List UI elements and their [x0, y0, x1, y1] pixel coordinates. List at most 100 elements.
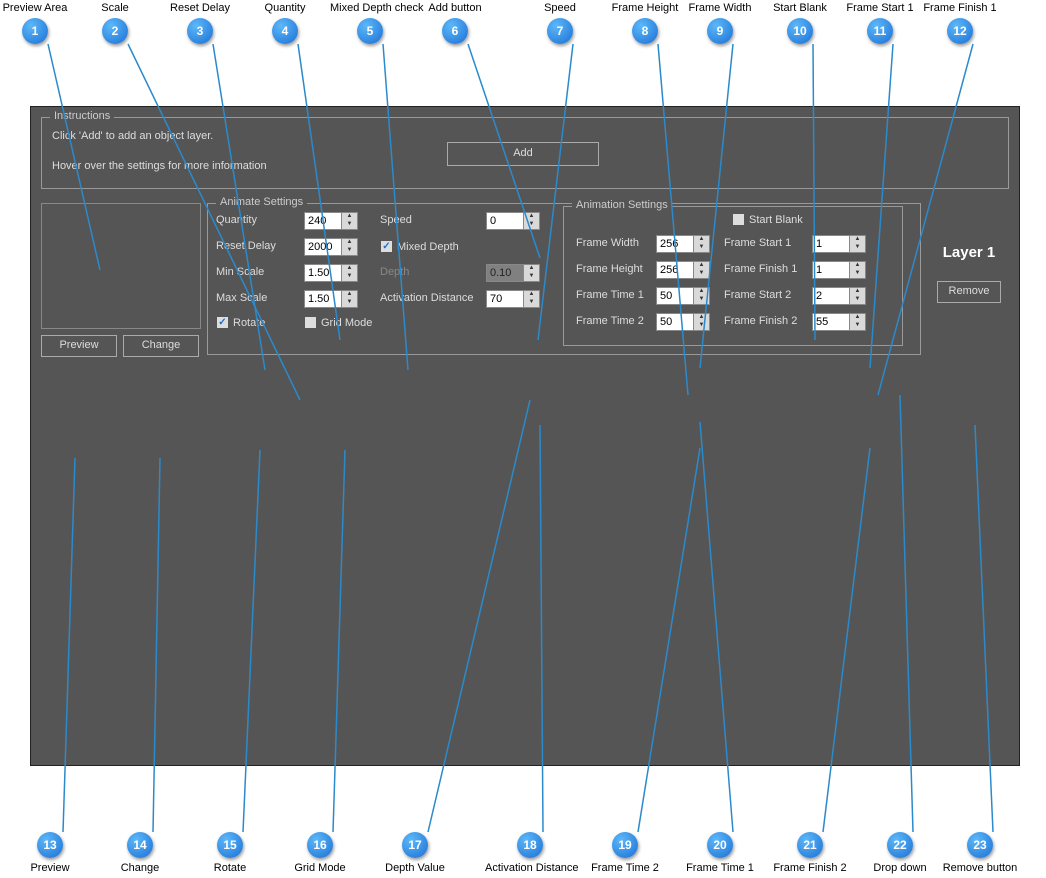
spin-up-icon[interactable]: ▲: [850, 236, 865, 244]
spin-down-icon[interactable]: ▼: [850, 244, 865, 252]
spin-down-icon[interactable]: ▼: [694, 244, 709, 252]
spin-up-icon[interactable]: ▲: [524, 213, 539, 221]
callout-circle: 11: [867, 18, 893, 44]
reset-delay-label: Reset Delay: [216, 240, 276, 252]
frame-width-input[interactable]: [656, 235, 694, 253]
callout-label: Speed: [520, 2, 600, 14]
start-blank-checkbox[interactable]: Start Blank: [732, 213, 803, 226]
callout-label: Frame Height: [605, 2, 685, 14]
callout-circle: 23: [967, 832, 993, 858]
spin-up-icon[interactable]: ▲: [850, 314, 865, 322]
callout-label: Drop down: [855, 862, 945, 874]
frame-finish2-spinner[interactable]: ▲▼: [812, 313, 866, 331]
add-button[interactable]: Add: [447, 142, 599, 166]
animate-settings-fieldset: Animate Settings Quantity ▲▼ Reset Delay…: [207, 203, 921, 355]
callout-label: Frame Finish 2: [765, 862, 855, 874]
frame-finish1-spinner[interactable]: ▲▼: [812, 261, 866, 279]
rotate-checkbox[interactable]: ✓ Rotate: [216, 316, 265, 329]
spin-down-icon[interactable]: ▼: [850, 296, 865, 304]
spin-up-icon[interactable]: ▲: [850, 288, 865, 296]
callout-circle: 15: [217, 832, 243, 858]
spin-up-icon[interactable]: ▲: [850, 262, 865, 270]
callout-label: Rotate: [185, 862, 275, 874]
spin-down-icon[interactable]: ▼: [342, 221, 357, 229]
spin-down-icon[interactable]: ▼: [342, 247, 357, 255]
spin-down-icon[interactable]: ▼: [694, 296, 709, 304]
speed-label: Speed: [380, 214, 412, 226]
reset-delay-spinner[interactable]: ▲▼: [304, 238, 358, 256]
min-scale-spinner[interactable]: ▲▼: [304, 264, 358, 282]
grid-mode-checkbox[interactable]: Grid Mode: [304, 316, 372, 329]
checkbox-icon: ✓: [216, 316, 229, 329]
spin-up-icon[interactable]: ▲: [694, 236, 709, 244]
callout-label: Depth Value: [370, 862, 460, 874]
frame-finish2-input[interactable]: [812, 313, 850, 331]
frame-start2-input[interactable]: [812, 287, 850, 305]
spin-down-icon[interactable]: ▼: [694, 322, 709, 330]
min-scale-input[interactable]: [304, 264, 342, 282]
spin-down-icon[interactable]: ▼: [524, 299, 539, 307]
spin-up-icon[interactable]: ▲: [342, 213, 357, 221]
spin-down-icon[interactable]: ▼: [524, 221, 539, 229]
callout-label: Preview: [5, 862, 95, 874]
spin-up-icon[interactable]: ▲: [694, 288, 709, 296]
frame-time2-spinner[interactable]: ▲▼: [656, 313, 710, 331]
frame-time1-input[interactable]: [656, 287, 694, 305]
speed-spinner[interactable]: ▲▼: [486, 212, 540, 230]
remove-button[interactable]: Remove: [937, 281, 1001, 303]
frame-time2-label: Frame Time 2: [576, 315, 644, 327]
spin-down-icon[interactable]: ▼: [694, 270, 709, 278]
frame-start2-spinner[interactable]: ▲▼: [812, 287, 866, 305]
callout-circle: 18: [517, 832, 543, 858]
spin-down-icon[interactable]: ▼: [342, 299, 357, 307]
quantity-input[interactable]: [304, 212, 342, 230]
frame-height-spinner[interactable]: ▲▼: [656, 261, 710, 279]
frame-time2-input[interactable]: [656, 313, 694, 331]
spin-down-icon[interactable]: ▼: [850, 322, 865, 330]
quantity-label: Quantity: [216, 214, 257, 226]
max-scale-label: Max Scale: [216, 292, 267, 304]
spin-up-icon[interactable]: ▲: [524, 291, 539, 299]
rotate-label: Rotate: [233, 317, 265, 329]
activation-distance-spinner[interactable]: ▲▼: [486, 290, 540, 308]
frame-height-input[interactable]: [656, 261, 694, 279]
reset-delay-input[interactable]: [304, 238, 342, 256]
preview-button[interactable]: Preview: [41, 335, 117, 357]
activation-distance-input[interactable]: [486, 290, 524, 308]
frame-start1-label: Frame Start 1: [724, 237, 791, 249]
max-scale-input[interactable]: [304, 290, 342, 308]
callout-circle: 20: [707, 832, 733, 858]
app-panel: Instructions Click 'Add' to add an objec…: [30, 106, 1020, 766]
speed-input[interactable]: [486, 212, 524, 230]
change-button[interactable]: Change: [123, 335, 199, 357]
spin-down-icon[interactable]: ▼: [342, 273, 357, 281]
frame-time1-spinner[interactable]: ▲▼: [656, 287, 710, 305]
frame-width-spinner[interactable]: ▲▼: [656, 235, 710, 253]
spin-up-icon[interactable]: ▲: [694, 314, 709, 322]
layer-title: Layer 1: [929, 243, 1009, 263]
frame-start1-input[interactable]: [812, 235, 850, 253]
spin-up-icon[interactable]: ▲: [342, 265, 357, 273]
callout-circle: 6: [442, 18, 468, 44]
instructions-line1: Click 'Add' to add an object layer.: [52, 130, 998, 142]
instructions-fieldset: Instructions Click 'Add' to add an objec…: [41, 117, 1009, 189]
max-scale-spinner[interactable]: ▲▼: [304, 290, 358, 308]
spin-up-icon[interactable]: ▲: [694, 262, 709, 270]
start-blank-label: Start Blank: [749, 214, 803, 226]
callout-circle: 16: [307, 832, 333, 858]
checkbox-icon: [304, 316, 317, 329]
spin-down-icon[interactable]: ▼: [850, 270, 865, 278]
min-scale-label: Min Scale: [216, 266, 264, 278]
frame-start2-label: Frame Start 2: [724, 289, 791, 301]
mixed-depth-checkbox[interactable]: ✓Mixed Depth: [380, 240, 459, 253]
callout-circle: 22: [887, 832, 913, 858]
checkbox-icon: ✓: [380, 240, 393, 253]
spin-up-icon[interactable]: ▲: [342, 291, 357, 299]
callout-label: Start Blank: [760, 2, 840, 14]
frame-finish1-input[interactable]: [812, 261, 850, 279]
callout-label: Scale: [75, 2, 155, 14]
spin-up-icon[interactable]: ▲: [342, 239, 357, 247]
quantity-spinner[interactable]: ▲▼: [304, 212, 358, 230]
callout-label: Reset Delay: [160, 2, 240, 14]
frame-start1-spinner[interactable]: ▲▼: [812, 235, 866, 253]
